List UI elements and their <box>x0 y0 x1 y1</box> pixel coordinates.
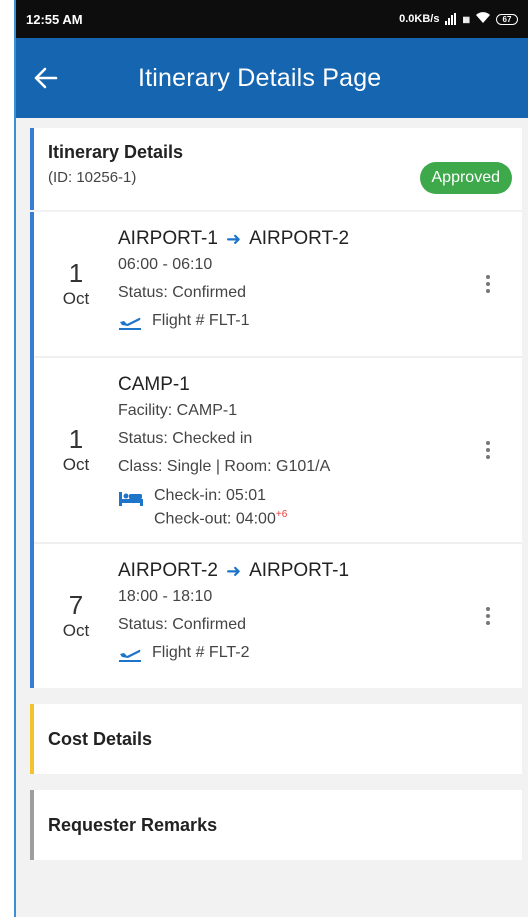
list-item[interactable]: 1 Oct CAMP-1 Facility: CAMP-1 Status: Ch… <box>34 358 522 544</box>
page-title: Itinerary Details Page <box>138 63 382 92</box>
arrow-right-icon: ➜ <box>225 560 242 581</box>
itinerary-items: 1 Oct AIRPORT-1 ➜ AIRPORT-2 06:00 - 06:1… <box>30 212 522 688</box>
date-day: 1 <box>68 424 84 454</box>
lte-icon: ▦ <box>462 14 470 24</box>
battery-icon: 67 <box>496 13 518 25</box>
checkout-day-offset: +6 <box>275 509 288 520</box>
route-to: AIRPORT-2 <box>249 228 350 249</box>
flight-route: AIRPORT-1 ➜ AIRPORT-2 <box>118 228 522 250</box>
status-time: 12:55 AM <box>26 11 83 27</box>
item-info: AIRPORT-2 ➜ AIRPORT-1 18:00 - 18:10 Stat… <box>118 544 522 688</box>
route-from: AIRPORT-1 <box>118 228 218 249</box>
arrow-right-icon: ➜ <box>225 228 242 249</box>
class-room: Class: Single | Room: G101/A <box>118 458 331 475</box>
checkin-time: Check-in: 05:01 <box>154 487 267 504</box>
more-options-icon[interactable] <box>482 271 494 297</box>
bed-icon <box>119 492 143 506</box>
date-month: Oct <box>62 289 90 308</box>
itinerary-summary-card: Itinerary Details (ID: 10256-1) Approved <box>30 128 522 210</box>
item-status: Status: Confirmed <box>118 284 247 301</box>
date-day: 7 <box>68 590 84 620</box>
itinerary-id: (ID: 10256-1) <box>48 169 137 186</box>
airplane-takeoff-icon <box>119 317 141 330</box>
item-date: 1 Oct <box>34 212 118 356</box>
flight-time: 18:00 - 18:10 <box>118 588 213 605</box>
more-options-icon[interactable] <box>482 437 494 463</box>
checkin-checkout: Check-in: 05:01 Check-out: 04:00+6 <box>118 486 522 528</box>
date-month: Oct <box>62 621 90 640</box>
list-item[interactable]: 7 Oct AIRPORT-2 ➜ AIRPORT-1 18:00 - 18:1… <box>34 544 522 688</box>
arrow-left-icon <box>34 67 58 89</box>
status-indicators: 0.0KB/s ▦ 67 <box>399 12 518 26</box>
item-date: 1 Oct <box>34 358 118 542</box>
status-badge: Approved <box>419 162 512 194</box>
back-button[interactable] <box>16 38 76 118</box>
signal-icon <box>445 13 457 25</box>
status-bar: 12:55 AM 0.0KB/s ▦ 67 <box>16 0 528 38</box>
item-info: CAMP-1 Facility: CAMP-1 Status: Checked … <box>118 358 522 542</box>
flight-time: 06:00 - 06:10 <box>118 256 213 273</box>
item-date: 7 Oct <box>34 544 118 688</box>
date-day: 1 <box>68 258 84 288</box>
accommodation-name: CAMP-1 <box>118 374 190 395</box>
cost-details-section[interactable]: Cost Details <box>30 704 522 774</box>
date-month: Oct <box>62 455 90 474</box>
airplane-takeoff-icon <box>119 649 141 662</box>
checkout-time: Check-out: 04:00 <box>154 510 276 528</box>
list-item[interactable]: 1 Oct AIRPORT-1 ➜ AIRPORT-2 06:00 - 06:1… <box>34 212 522 358</box>
app-bar: Itinerary Details Page <box>16 38 528 118</box>
requester-remarks-label: Requester Remarks <box>48 814 218 835</box>
requester-remarks-section[interactable]: Requester Remarks <box>30 790 522 860</box>
item-info: AIRPORT-1 ➜ AIRPORT-2 06:00 - 06:10 Stat… <box>118 212 522 356</box>
cost-details-label: Cost Details <box>48 728 153 749</box>
item-status: Status: Confirmed <box>118 616 247 633</box>
flight-number-row: Flight # FLT-1 <box>118 312 522 330</box>
flight-number-row: Flight # FLT-2 <box>118 644 522 662</box>
flight-number: Flight # FLT-2 <box>152 644 250 661</box>
more-options-icon[interactable] <box>482 603 494 629</box>
summary-title: Itinerary Details <box>48 142 184 162</box>
wifi-icon <box>476 12 490 26</box>
network-speed: 0.0KB/s <box>399 13 440 25</box>
flight-route: AIRPORT-2 ➜ AIRPORT-1 <box>118 560 522 582</box>
flight-number: Flight # FLT-1 <box>152 312 250 329</box>
facility: Facility: CAMP-1 <box>118 402 238 419</box>
route-from: AIRPORT-2 <box>118 560 218 581</box>
content-area: Itinerary Details (ID: 10256-1) Approved… <box>16 118 528 860</box>
item-status: Status: Checked in <box>118 430 253 447</box>
route-to: AIRPORT-1 <box>249 560 350 581</box>
phone-screen: 12:55 AM 0.0KB/s ▦ 67 Itinerary Details … <box>14 0 528 917</box>
